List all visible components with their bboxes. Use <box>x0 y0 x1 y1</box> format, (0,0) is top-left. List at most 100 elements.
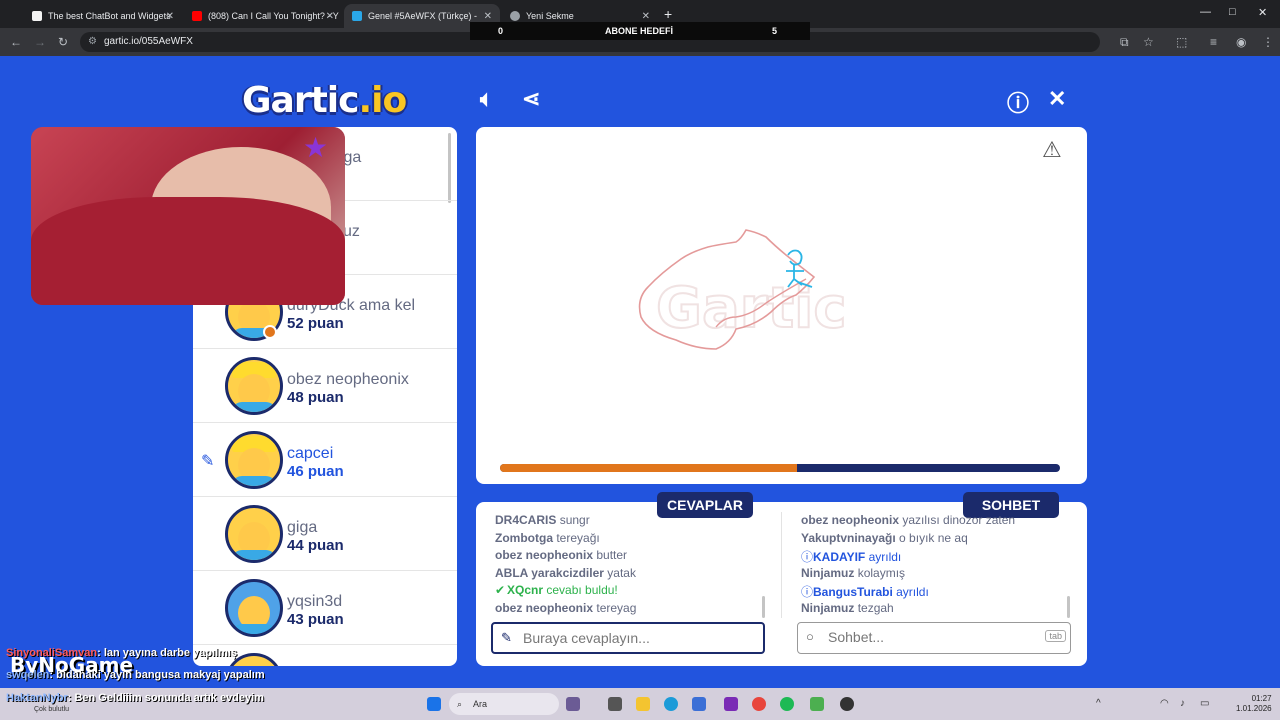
player-name: obez neopheonix <box>287 371 409 388</box>
forward-arrow-icon[interactable]: → <box>34 35 46 49</box>
url-text: gartic.io/055AeWFX <box>104 36 193 47</box>
chat-message: Yakuptvninayağı o bıyık ne aq <box>801 530 968 545</box>
app-icon[interactable] <box>724 697 738 711</box>
chrome-icon[interactable] <box>752 697 766 711</box>
share-icon[interactable]: ⋖ <box>522 86 540 112</box>
clock-date: 1.01.2026 <box>1236 704 1272 713</box>
minimize-icon[interactable]: — <box>1200 6 1211 18</box>
close-icon[interactable]: ✕ <box>326 11 334 22</box>
tab-key-hint: tab <box>1045 630 1066 642</box>
taskbar-search[interactable]: ⌕ Ara <box>449 693 559 715</box>
info-icon[interactable]: ⓘ <box>1007 86 1029 118</box>
player-score: 46 puan <box>287 463 344 480</box>
maximize-icon[interactable]: □ <box>1229 6 1236 18</box>
site-info-icon[interactable]: ⚙ <box>88 32 97 52</box>
menu-dots-icon[interactable]: ⋮ <box>1262 35 1274 49</box>
search-icon: ⌕ <box>457 699 463 709</box>
chat-bubble-icon: ○ <box>806 629 814 644</box>
chat-input-box[interactable]: ○ tab <box>797 622 1071 654</box>
new-tab-plus-icon[interactable]: + <box>664 6 672 22</box>
tab-title: (808) Can I Call You Tonight? - Y <box>208 11 339 21</box>
chat-message: Ninjamuz kolaymış <box>801 565 906 580</box>
drawing-svg: Gartic <box>638 229 848 350</box>
start-windows-icon[interactable] <box>427 697 441 711</box>
stream-chat-line: swqelen: bidahaki yayın bangusa makyaj y… <box>6 669 265 681</box>
subscriber-goal-overlay: 0 ABONE HEDEFİ 5 <box>470 22 810 40</box>
app-icon[interactable] <box>692 697 706 711</box>
player-score: 48 puan <box>287 389 344 406</box>
player-row-drawer[interactable]: ✎ capcei 46 puan <box>193 423 457 497</box>
drawing-canvas[interactable]: ⚠ Gartic <box>476 127 1087 484</box>
weather-text: Çok bulutlu <box>34 706 70 713</box>
webcam-overlay: ★ <box>31 127 345 305</box>
answer-input-box[interactable]: ✎ <box>491 622 765 654</box>
bookmark-star-icon[interactable]: ☆ <box>1143 35 1154 49</box>
search-label: Ara <box>473 699 488 709</box>
star-icon: ★ <box>303 132 329 163</box>
answers-scrollbar[interactable] <box>762 596 765 618</box>
close-icon[interactable]: ✕ <box>484 11 492 22</box>
chat-scrollbar[interactable] <box>1067 596 1070 618</box>
answer-message: Zombotga tereyağı <box>495 530 600 545</box>
chat-list: obez neopheonix yazılısı dinozor zaten Y… <box>801 513 1071 619</box>
widgets-icon[interactable] <box>566 697 580 711</box>
close-icon[interactable]: ✕ <box>642 11 650 22</box>
tray-chevron-icon[interactable]: ^ <box>1096 698 1101 709</box>
logo-main: Gartic <box>242 80 359 121</box>
tab-title: Yeni Sekme <box>526 11 574 21</box>
answer-message: DR4CARIS sungr <box>495 513 590 527</box>
youtube-favicon-icon <box>192 11 202 21</box>
profile-icon[interactable]: ◉ <box>1236 35 1246 49</box>
player-row[interactable]: yqsin3d 43 puan <box>193 571 457 645</box>
battery-icon[interactable]: ▭ <box>1200 698 1209 709</box>
app-icon[interactable] <box>810 697 824 711</box>
answer-input[interactable] <box>523 628 723 648</box>
chat-message-info: ⓘBangusTurabi ayrıldı <box>801 585 929 600</box>
reading-list-icon[interactable]: ≡ <box>1210 35 1217 49</box>
browser-tab-chatbot[interactable]: The best ChatBot and Widgets ✕ <box>24 4 182 28</box>
extensions-icon[interactable]: ⬚ <box>1176 35 1187 49</box>
chatbot-favicon-icon <box>32 11 42 21</box>
chat-message: Ninjamuz tezgah <box>801 600 894 615</box>
window-close-icon[interactable]: ✕ <box>1258 6 1267 19</box>
back-arrow-icon[interactable]: ← <box>10 35 22 49</box>
new-tab-favicon-icon <box>510 11 520 21</box>
answer-message: obez neopheonix tereyag <box>495 600 637 615</box>
answers-list: DR4CARIS sungr Zombotga tereyağı obez ne… <box>495 513 765 619</box>
volume-icon[interactable]: ♪ <box>1180 698 1185 709</box>
exit-close-icon[interactable]: ✕ <box>1048 86 1066 112</box>
player-name: giga <box>287 519 318 536</box>
sound-icon[interactable]: 🔈︎ <box>480 86 493 112</box>
pencil-icon: ✎ <box>501 630 512 645</box>
goal-target: 5 <box>772 26 778 36</box>
chat-message: obez neopheonix yazılısı dinozor zaten <box>801 513 1016 527</box>
panel-divider <box>781 512 782 618</box>
reload-icon[interactable]: ↻ <box>58 35 68 49</box>
gartic-logo: Gartic.io <box>242 80 407 121</box>
logo-suffix: .io <box>358 80 407 121</box>
round-timer-bar <box>500 464 1060 472</box>
answer-message: obez neopheonix butter <box>495 548 628 563</box>
close-icon[interactable]: ✕ <box>166 11 174 22</box>
status-dot <box>263 325 277 339</box>
spotify-icon[interactable] <box>780 697 794 711</box>
info-icon: ⓘ <box>801 585 814 600</box>
chat-input[interactable] <box>828 627 1028 647</box>
taskbar-clock[interactable]: 01:27 1.01.2026 <box>1236 694 1272 714</box>
browser-tab-youtube[interactable]: (808) Can I Call You Tonight? - Y ✕ <box>184 4 342 28</box>
tab-title: Genel #5AeWFX (Türkçe) - <box>368 11 478 21</box>
info-icon: ⓘ <box>801 550 814 565</box>
answer-message: ABLA yarakcizdiler yatak <box>495 565 636 580</box>
task-view-icon[interactable] <box>608 697 622 711</box>
player-avatar <box>225 505 283 563</box>
player-row[interactable]: obez neopheonix 48 puan <box>193 349 457 423</box>
file-explorer-icon[interactable] <box>636 697 650 711</box>
stream-chat-line: HaktanNybr: Ben Geldiiim sonunda artık e… <box>6 692 264 704</box>
app-icon[interactable] <box>840 697 854 711</box>
network-icon[interactable]: ◠ <box>1160 698 1169 709</box>
chat-message-info: ⓘKADAYIF ayrıldı <box>801 550 902 565</box>
install-app-icon[interactable]: ⧉ <box>1120 35 1129 50</box>
edge-icon[interactable] <box>664 697 678 711</box>
player-row[interactable]: giga 44 puan <box>193 497 457 571</box>
gartic-favicon-icon <box>352 11 362 21</box>
